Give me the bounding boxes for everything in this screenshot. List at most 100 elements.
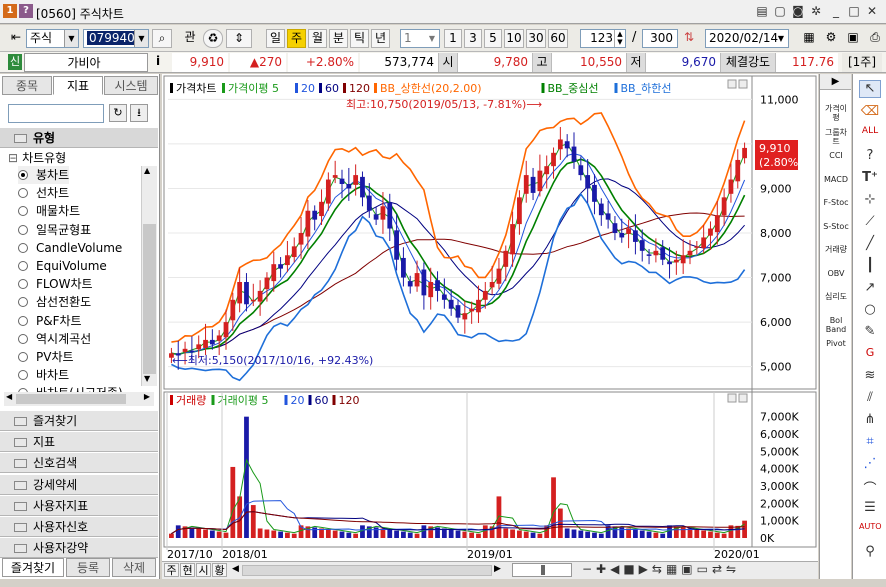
hline-icon[interactable]: ⟋ [859, 214, 881, 232]
left-bottom-tab[interactable]: 즐겨찾기 [2, 558, 64, 577]
crosshair-icon[interactable]: ⊹ [859, 192, 881, 210]
chart-type-item[interactable]: 선차트 [18, 184, 69, 202]
stock-name[interactable]: 가비아 [24, 53, 148, 72]
code-input[interactable]: 079940 ▼ [83, 29, 149, 48]
quick-period-button[interactable]: 5 [484, 29, 502, 48]
arc-icon[interactable]: ⌒ [859, 478, 881, 497]
left-bottom-tab[interactable]: 삭제 [112, 558, 156, 577]
chart-tool-icons[interactable]: −✚◀■▶⇆▦▣▭⇄⇋ [582, 562, 740, 576]
search-icon[interactable]: ⌕ [152, 29, 172, 48]
section-type[interactable]: 유형 [0, 127, 158, 148]
chart-type-item[interactable]: 일목균형표 [18, 221, 91, 239]
updown-icon[interactable]: ⇕ [226, 29, 252, 48]
quick-period-button[interactable]: 1 [444, 29, 462, 48]
legend-label[interactable]: BB_상한선(20,2.00) [380, 82, 482, 95]
scroll-down-icon[interactable]: ▼ [144, 374, 150, 383]
sort-icon[interactable]: ⇅ [680, 29, 698, 48]
chart-type-item[interactable]: P&F차트 [18, 312, 82, 330]
legend-label[interactable]: 거래이평 5 [218, 394, 269, 407]
chart-type-item[interactable]: PV차트 [18, 348, 74, 366]
quick-period-button[interactable]: 3 [464, 29, 482, 48]
chart-area[interactable]: 11,00010,0009,0008,0007,0006,0005,0007,0… [162, 74, 818, 579]
indicator-tool[interactable]: CCI [822, 151, 850, 160]
chart-bottom-tab[interactable]: 주 [164, 563, 179, 577]
total-count-input[interactable]: 300 [642, 29, 678, 48]
folder-item[interactable]: 사용자강약 [0, 537, 158, 559]
scroll-right-icon[interactable]: ▶ [144, 392, 150, 401]
camera-icon[interactable]: ◙ [790, 3, 806, 19]
sidebar-toggle-icon[interactable]: ⇤ [8, 29, 24, 48]
volume-panel-close-icon[interactable] [738, 393, 748, 403]
indicator-tool[interactable]: 거래량 [822, 245, 850, 254]
chart-type-item[interactable]: 바차트 [18, 366, 69, 384]
legend-label[interactable]: 60 [315, 394, 329, 407]
folder-item[interactable]: 지표 [0, 431, 158, 453]
legend-label[interactable]: 120 [349, 82, 370, 95]
auto-icon[interactable]: AUTO [859, 522, 882, 540]
settings-icon[interactable]: ⚙ [822, 29, 840, 48]
info-icon[interactable]: i [156, 54, 160, 68]
indicator-tool[interactable]: Bol Band [822, 316, 850, 334]
period-tab[interactable]: 주 [287, 29, 306, 48]
circle-icon[interactable]: ○ [859, 302, 881, 320]
memo-icon[interactable]: ▤ [754, 3, 770, 19]
close-icon[interactable]: ✕ [864, 3, 880, 19]
folder-item[interactable]: 강세약세 [0, 473, 158, 495]
folder-item[interactable]: 사용자지표 [0, 494, 158, 516]
minimize-icon[interactable]: _ [828, 3, 844, 19]
zoom-slider[interactable] [512, 563, 572, 577]
trendline-icon[interactable]: ╱ [859, 236, 881, 254]
indicator-tool[interactable]: MACD [822, 175, 850, 184]
text-tool-icon[interactable]: T⁺ [859, 170, 881, 188]
scroll-thumb[interactable] [143, 224, 156, 374]
list-scrollbar[interactable]: ▲ ▼ [141, 166, 157, 386]
gann-icon[interactable]: G [859, 346, 881, 364]
scroll-left-icon[interactable]: ◀ [232, 564, 239, 574]
indicator-tool[interactable]: S-Stoc [822, 222, 850, 231]
refresh-icon[interactable]: ↻ [109, 104, 127, 122]
save-icon[interactable]: ▣ [844, 29, 862, 48]
scroll-left-icon[interactable]: ◀ [6, 392, 12, 401]
quick-period-button[interactable]: 30 [526, 29, 546, 48]
zoom-thumb[interactable] [541, 565, 545, 575]
chart-bottom-tab[interactable]: 현 [180, 563, 195, 577]
chart-bottom-tab[interactable]: 시 [196, 563, 211, 577]
indicator-tool[interactable]: 가격이평 [822, 104, 850, 122]
tab-systems[interactable]: 시스템 [104, 76, 158, 95]
volume-panel-min-icon[interactable] [727, 393, 737, 403]
chart-type-item[interactable]: 역시계곡선 [18, 330, 91, 348]
copy-icon[interactable]: ▢ [772, 3, 788, 19]
date-select[interactable]: 2020/02/14 ▼ [705, 29, 789, 48]
gear-icon[interactable]: ✲ [808, 3, 824, 19]
collapse-icon[interactable]: ▶ [820, 74, 851, 90]
andrews-icon[interactable]: ⋔ [859, 412, 881, 430]
chart-type-item[interactable]: FLOW차트 [18, 275, 93, 293]
app-number-icon[interactable]: 1 [3, 4, 17, 18]
speedline-icon[interactable]: ⋰ [859, 456, 881, 474]
channel-icon[interactable]: ⫽ [859, 390, 881, 408]
period-tab[interactable]: 월 [308, 29, 327, 48]
all-delete-icon[interactable]: ALL [859, 126, 881, 144]
download-icon[interactable]: ⭳ [130, 104, 148, 122]
tick-select[interactable]: 1 ▼ [400, 29, 440, 48]
indicator-tool[interactable]: Pivot [822, 339, 850, 348]
indicator-tool[interactable]: OBV [822, 269, 850, 278]
period-tab[interactable]: 일 [266, 29, 285, 48]
quick-period-button[interactable]: 10 [504, 29, 524, 48]
chart-type-item[interactable]: EquiVolume [18, 257, 107, 275]
count-spinner[interactable]: 123 ▲ ▼ [580, 29, 626, 48]
pen-icon[interactable]: ✎ [859, 324, 881, 342]
question-icon[interactable]: ? [859, 148, 881, 166]
folder-item[interactable]: 즐겨찾기 [0, 410, 158, 431]
help-icon[interactable]: ? [19, 4, 33, 18]
legend-label[interactable]: 120 [339, 394, 360, 407]
eraser-icon[interactable]: ⌫ [859, 104, 881, 122]
quick-period-button[interactable]: 60 [548, 29, 568, 48]
chart-type-item[interactable]: 매물차트 [18, 202, 80, 220]
legend-label[interactable]: 거래량 [176, 394, 206, 407]
folder-item[interactable]: 신호검색 [0, 452, 158, 474]
price-panel-close-icon[interactable] [738, 79, 748, 89]
period-tab[interactable]: 틱 [350, 29, 369, 48]
scroll-up-icon[interactable]: ▲ [144, 166, 150, 175]
folder-item[interactable]: 사용자신호 [0, 516, 158, 537]
